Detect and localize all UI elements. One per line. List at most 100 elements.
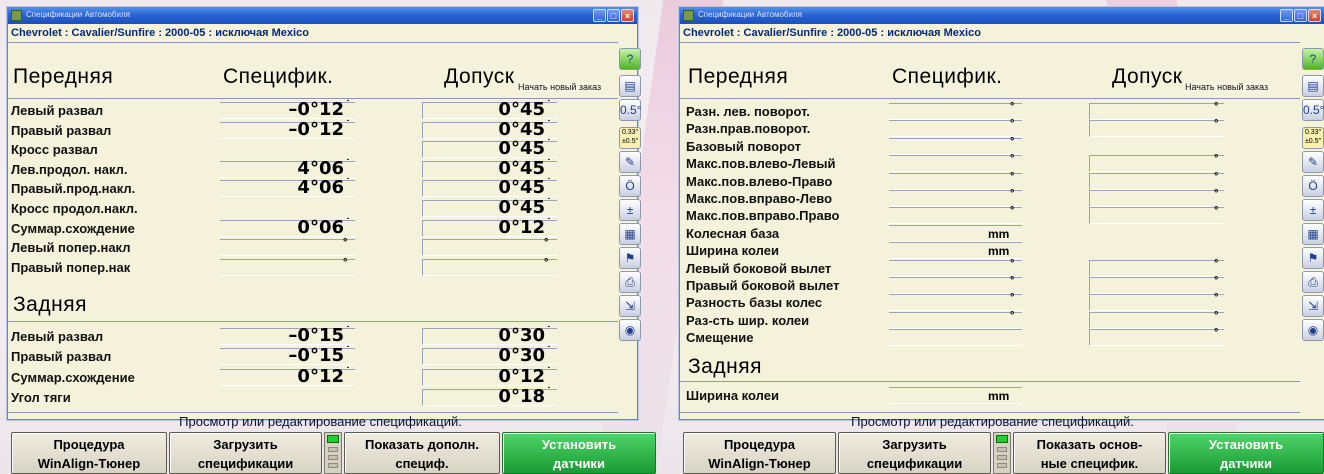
tolerance-value-field[interactable] — [1089, 172, 1224, 190]
spec-value-field[interactable] — [220, 258, 355, 276]
tolerance-value-field[interactable] — [1089, 155, 1224, 173]
right-title-bar[interactable]: Спецификации Автомобиля _ □ × — [680, 8, 1324, 24]
spec-value-field[interactable] — [889, 172, 1022, 190]
install-sensors-button[interactable]: Установить датчики — [502, 432, 656, 474]
tolerance-value: 0°12 — [498, 365, 545, 387]
vehicle-label: Chevrolet : Cavalier/Sunfire : 2000-05 :… — [11, 27, 309, 39]
tool-icon[interactable]: ✎ — [1302, 151, 1324, 173]
tolerance-value-field[interactable] — [1089, 190, 1224, 207]
prime-mark: ˙ — [547, 99, 551, 111]
export-icon[interactable]: ⇲ — [1302, 295, 1324, 317]
spec-value: –0°12 — [288, 99, 344, 120]
spec-value: ° — [1010, 275, 1015, 287]
button-label: датчики — [1220, 456, 1272, 471]
prime-mark: ˙ — [547, 118, 551, 131]
spec-value-field[interactable] — [889, 103, 1022, 120]
zoom-degrees-icon[interactable]: 0.5° — [619, 99, 641, 121]
spec-value-field[interactable] — [889, 294, 1022, 312]
spec-value-field[interactable] — [889, 311, 1022, 329]
printer-icon[interactable]: ⎙ — [619, 271, 641, 293]
minimize-icon[interactable]: _ — [593, 9, 606, 22]
units-toggle-icon[interactable]: 0.33″ ±0.5″ — [1302, 127, 1324, 149]
tolerance-value-field[interactable] — [422, 239, 557, 257]
winalign-tuner-button[interactable]: Процедура WinAlign-Тюнер — [11, 432, 167, 474]
close-icon[interactable]: × — [1308, 9, 1321, 22]
prime-mark: ˙ — [547, 216, 551, 229]
spec-row-label: Смещение — [686, 330, 754, 346]
prime-mark: ˙ — [346, 157, 350, 170]
spec-value-field[interactable] — [889, 277, 1022, 294]
spec-row-label: Макс.пов.вправо-Лево — [686, 191, 833, 206]
button-label: ные специфик. — [1040, 456, 1139, 471]
maximize-icon[interactable]: □ — [607, 9, 620, 22]
vehicle-label: Chevrolet : Cavalier/Sunfire : 2000-05 :… — [683, 27, 981, 39]
notes-icon[interactable]: ▤ — [1302, 75, 1324, 97]
prime-mark: ˙ — [547, 177, 551, 190]
tolerance-value-field[interactable] — [1089, 103, 1224, 120]
tolerance-value-field[interactable] — [1089, 120, 1224, 138]
spec-row-label: Правый боковой вылет — [686, 278, 840, 293]
spec-row-label: Кросс развал — [11, 142, 98, 158]
tolerance-value: ° — [1214, 257, 1219, 270]
specs-color-icon[interactable]: ± — [1302, 199, 1324, 221]
tool-icon[interactable]: ✎ — [619, 151, 641, 173]
flag-icon[interactable]: ⚑ — [619, 247, 641, 269]
section-rear-title: Задняя — [13, 293, 87, 316]
spec-value-field[interactable] — [889, 155, 1022, 173]
tolerance-value: 0°30 — [498, 325, 545, 346]
tolerance-value-field[interactable] — [1089, 329, 1224, 347]
button-label: WinAlign-Тюнер — [37, 456, 141, 471]
prime-mark: ˙ — [346, 216, 350, 229]
show-additional-specs-button[interactable]: Показать дополн. специф. — [344, 432, 500, 474]
spec-value: ° — [1010, 257, 1015, 270]
level-indicator — [993, 432, 1011, 474]
spec-row-label: Макс.пов.влево-Левый — [686, 156, 836, 172]
help-icon[interactable]: ? — [1302, 48, 1324, 70]
spec-value-field[interactable] — [889, 207, 1022, 225]
spec-value-field[interactable] — [889, 137, 1022, 155]
globe-icon[interactable]: ◉ — [619, 319, 641, 341]
left-title-bar[interactable]: Спецификации Автомобиля _ □ × — [8, 8, 637, 24]
winalign-tuner-button[interactable]: Процедура WinAlign-Тюнер — [683, 432, 836, 474]
maximize-icon[interactable]: □ — [1294, 9, 1307, 22]
tolerance-value: ° — [1214, 327, 1219, 340]
install-sensors-button[interactable]: Установить датчики — [1168, 432, 1324, 474]
spec-value-field[interactable] — [889, 190, 1022, 207]
timer-icon[interactable]: Ö — [619, 175, 641, 197]
tolerance-value-field[interactable] — [1089, 294, 1224, 312]
spec-value-field[interactable] — [220, 239, 355, 257]
spec-row-label: Разн.прав.поворот. — [686, 121, 811, 137]
spec-value-field[interactable] — [889, 120, 1022, 138]
specs-color-icon[interactable]: ± — [619, 199, 641, 221]
flag-icon[interactable]: ⚑ — [1302, 247, 1324, 269]
tolerance-value-field[interactable] — [422, 258, 557, 276]
button-label: Установить — [1208, 437, 1284, 452]
tolerance-value-field[interactable] — [1089, 259, 1224, 277]
spec-row-label: Левый попер.накл — [11, 240, 131, 256]
calculator-icon[interactable]: ▦ — [1302, 223, 1324, 245]
timer-icon[interactable]: Ö — [1302, 175, 1324, 197]
spec-value: –0°12 — [288, 118, 344, 140]
divider — [680, 98, 1300, 99]
load-specs-button[interactable]: Загрузить спецификации — [169, 432, 322, 474]
close-icon[interactable]: × — [621, 9, 634, 22]
spec-value-field[interactable] — [889, 329, 1022, 347]
export-icon[interactable]: ⇲ — [619, 295, 641, 317]
notes-icon[interactable]: ▤ — [619, 75, 641, 97]
zoom-degrees-icon[interactable]: 0.5° — [1302, 99, 1324, 121]
tolerance-value-field[interactable] — [1089, 207, 1224, 225]
spec-value-field[interactable] — [889, 259, 1022, 277]
units-toggle-icon[interactable]: 0.33″ ±0.5″ — [619, 127, 641, 149]
show-main-specs-button[interactable]: Показать основ- ные специфик. — [1013, 432, 1166, 474]
load-specs-button[interactable]: Загрузить спецификации — [838, 432, 991, 474]
globe-icon[interactable]: ◉ — [1302, 319, 1324, 341]
calculator-icon[interactable]: ▦ — [619, 223, 641, 245]
tolerance-value: ° — [1214, 292, 1219, 305]
help-icon[interactable]: ? — [619, 48, 641, 70]
tolerance-value-field[interactable] — [1089, 277, 1224, 294]
minimize-icon[interactable]: _ — [1280, 9, 1293, 22]
tolerance-value-field[interactable] — [1089, 311, 1224, 329]
button-label: Процедура — [723, 437, 796, 452]
tolerance-value: ° — [1214, 101, 1219, 113]
printer-icon[interactable]: ⎙ — [1302, 271, 1324, 293]
